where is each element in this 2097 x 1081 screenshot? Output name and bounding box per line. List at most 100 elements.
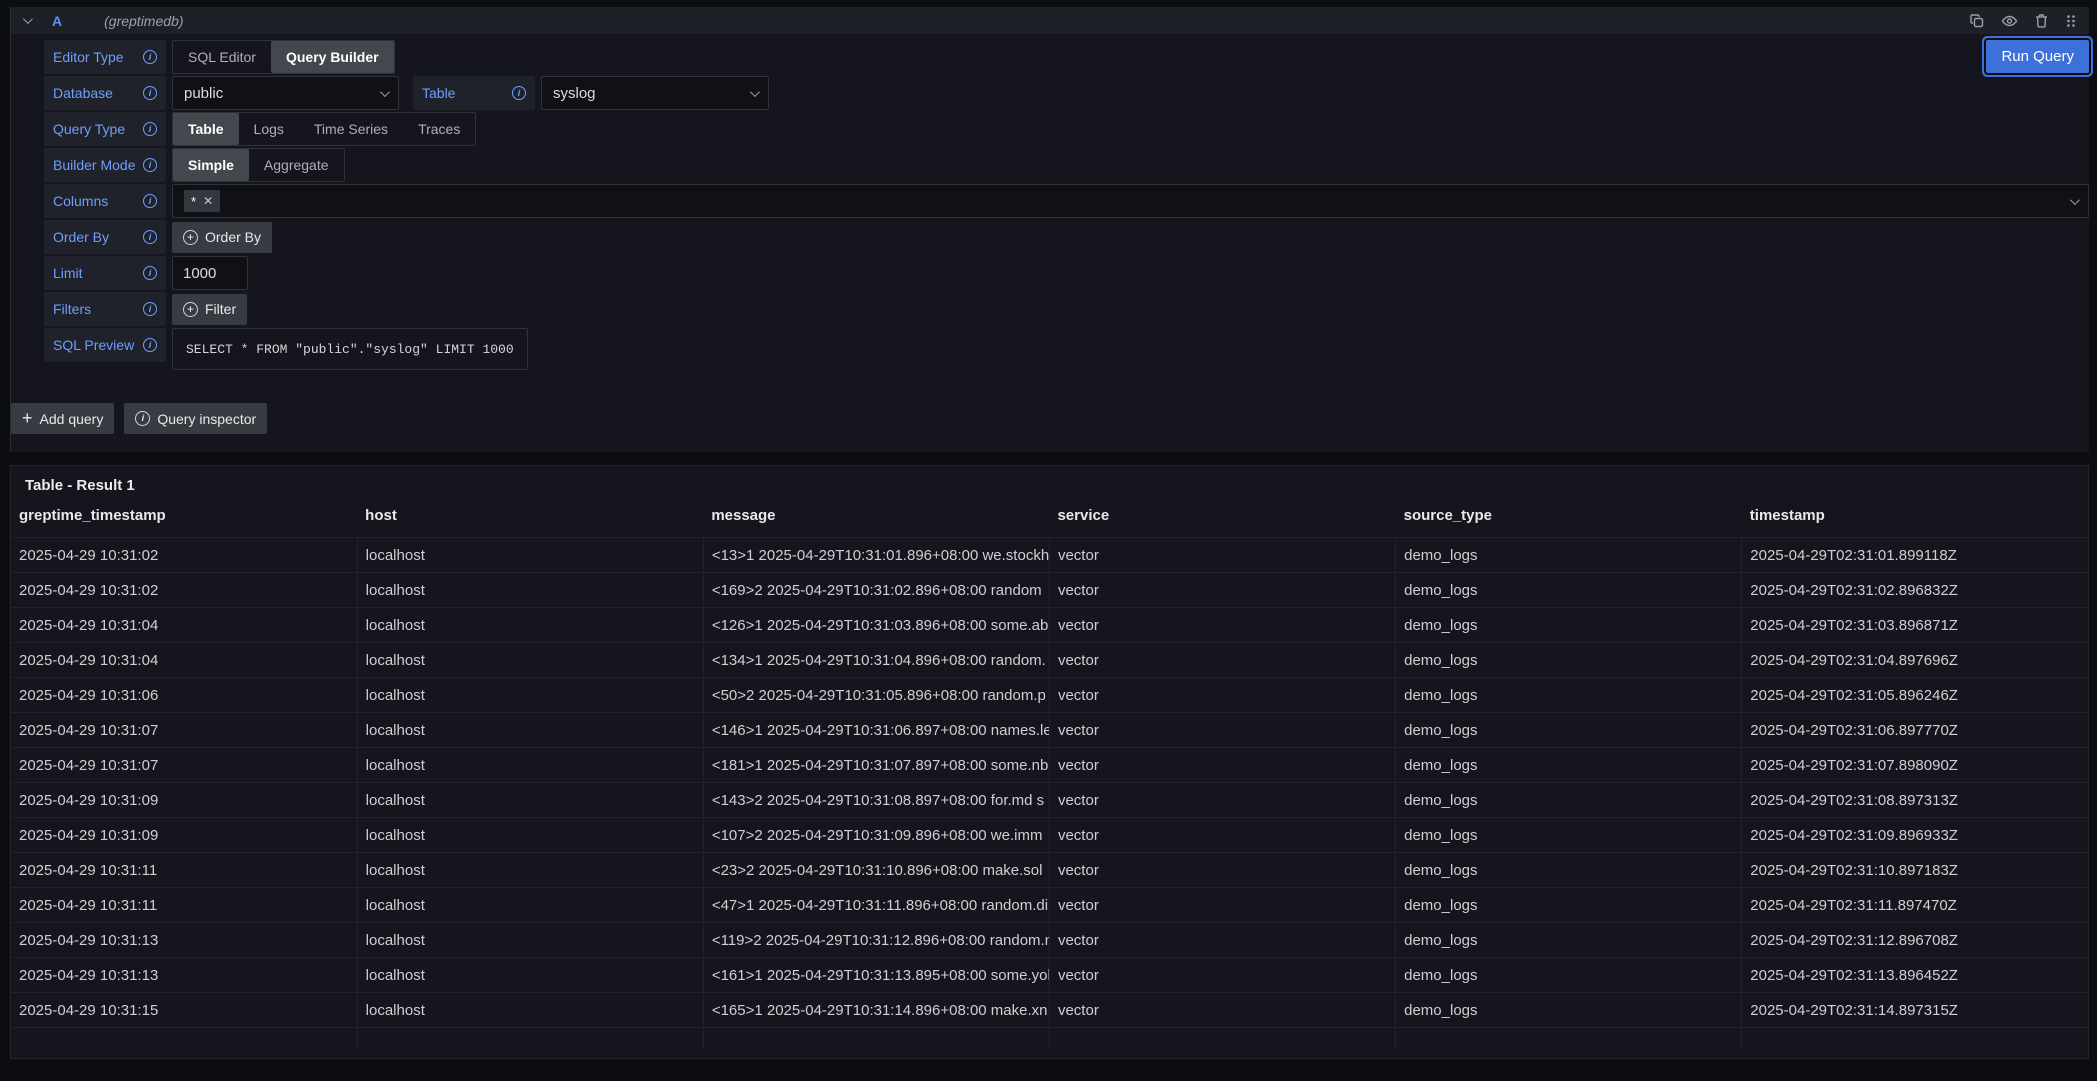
table-cell xyxy=(1742,1028,2088,1049)
table-cell: 2025-04-29 10:31:09 xyxy=(11,783,357,818)
table-cell: <107>2 2025-04-29T10:31:09.896+08:00 we.… xyxy=(703,818,1049,853)
table-cell: 2025-04-29 10:31:09 xyxy=(11,818,357,853)
column-header-host[interactable]: host xyxy=(357,504,703,538)
table-row-partial xyxy=(11,1028,2088,1049)
results-table: greptime_timestamphostmessageservicesour… xyxy=(11,504,2088,1049)
table-cell: 2025-04-29T02:31:04.897696Z xyxy=(1742,643,2088,678)
columns-multiselect[interactable]: *✕ xyxy=(172,184,2089,218)
table-cell: 2025-04-29T02:31:02.896832Z xyxy=(1742,573,2088,608)
query-builder-form: Run Query Editor Type i SQL EditorQuery … xyxy=(11,34,2089,452)
info-icon[interactable]: i xyxy=(143,302,157,316)
chip-label: * xyxy=(191,194,196,209)
table-cell: 2025-04-29T02:31:05.896246Z xyxy=(1742,678,2088,713)
table-row: 2025-04-29 10:31:11localhost<47>1 2025-0… xyxy=(11,888,2088,923)
option-sql-editor[interactable]: SQL Editor xyxy=(173,41,271,73)
limit-input[interactable] xyxy=(172,256,248,290)
table-row: 2025-04-29 10:31:09localhost<143>2 2025-… xyxy=(11,783,2088,818)
run-query-button[interactable]: Run Query xyxy=(1986,40,2089,73)
query-type-label: Query Type i xyxy=(44,112,166,146)
table-cell: demo_logs xyxy=(1396,923,1742,958)
column-header-service[interactable]: service xyxy=(1049,504,1395,538)
chevron-down-icon xyxy=(750,87,760,97)
remove-chip-icon[interactable]: ✕ xyxy=(203,195,213,207)
option-query-builder[interactable]: Query Builder xyxy=(271,41,394,73)
table-cell: 2025-04-29 10:31:07 xyxy=(11,713,357,748)
collapse-chevron-icon[interactable] xyxy=(23,14,33,24)
table-cell: 2025-04-29 10:31:13 xyxy=(11,958,357,993)
table-cell: localhost xyxy=(357,678,703,713)
table-row: 2025-04-29 10:31:13localhost<161>1 2025-… xyxy=(11,958,2088,993)
duplicate-query-icon[interactable] xyxy=(1969,13,1985,29)
table-cell: localhost xyxy=(357,608,703,643)
table-cell: demo_logs xyxy=(1396,818,1742,853)
editor-type-label: Editor Type i xyxy=(44,40,166,74)
query-row-header[interactable]: A (greptimedb) xyxy=(11,7,2089,34)
add-order-by-button[interactable]: + Order By xyxy=(172,222,272,253)
info-icon[interactable]: i xyxy=(143,158,157,172)
info-icon[interactable]: i xyxy=(143,338,157,352)
table-cell: demo_logs xyxy=(1396,538,1742,573)
table-cell: vector xyxy=(1049,993,1395,1028)
panel-title: Table - Result 1 xyxy=(11,466,2088,504)
delete-query-trash-icon[interactable] xyxy=(2034,13,2049,29)
sql-preview-label: SQL Preview i xyxy=(44,328,166,362)
table-cell: localhost xyxy=(357,923,703,958)
table-cell: vector xyxy=(1049,818,1395,853)
table-cell: 2025-04-29T02:31:08.897313Z xyxy=(1742,783,2088,818)
chevron-down-icon xyxy=(2070,195,2080,205)
database-select[interactable]: public xyxy=(172,76,399,110)
info-icon[interactable]: i xyxy=(143,122,157,136)
table-cell: 2025-04-29 10:31:06 xyxy=(11,678,357,713)
table-cell: localhost xyxy=(357,993,703,1028)
table-header-row: greptime_timestamphostmessageservicesour… xyxy=(11,504,2088,538)
column-header-greptime_timestamp[interactable]: greptime_timestamp xyxy=(11,504,357,538)
table-cell: demo_logs xyxy=(1396,748,1742,783)
option-simple[interactable]: Simple xyxy=(173,149,249,181)
table-label: Table i xyxy=(413,76,535,110)
info-icon[interactable]: i xyxy=(143,50,157,64)
order-by-label: Order By i xyxy=(44,220,166,254)
table-cell: demo_logs xyxy=(1396,678,1742,713)
query-ref-id: A xyxy=(52,13,62,29)
table-select[interactable]: syslog xyxy=(541,76,769,110)
info-icon[interactable]: i xyxy=(143,230,157,244)
column-header-message[interactable]: message xyxy=(703,504,1049,538)
add-filter-button[interactable]: + Filter xyxy=(172,294,247,325)
table-cell: localhost xyxy=(357,713,703,748)
editor-type-row: Editor Type i SQL EditorQuery Builder xyxy=(44,40,2089,74)
query-type-toggle: TableLogsTime SeriesTraces xyxy=(172,112,476,146)
table-cell: demo_logs xyxy=(1396,643,1742,678)
table-cell: 2025-04-29T02:31:06.897770Z xyxy=(1742,713,2088,748)
add-query-button[interactable]: + Add query xyxy=(11,403,114,434)
database-row: Database i public Table i syslog xyxy=(44,76,2089,110)
drag-handle-icon[interactable] xyxy=(2065,13,2077,29)
info-icon[interactable]: i xyxy=(143,86,157,100)
option-aggregate[interactable]: Aggregate xyxy=(249,149,344,181)
columns-row: Columns i *✕ xyxy=(44,184,2089,218)
info-icon[interactable]: i xyxy=(143,266,157,280)
table-cell: localhost xyxy=(357,818,703,853)
table-cell xyxy=(1049,1028,1395,1049)
table-row: 2025-04-29 10:31:13localhost<119>2 2025-… xyxy=(11,923,2088,958)
table-cell: vector xyxy=(1049,923,1395,958)
table-cell: vector xyxy=(1049,678,1395,713)
table-cell: vector xyxy=(1049,643,1395,678)
option-logs[interactable]: Logs xyxy=(239,113,299,145)
sql-preview-row: SQL Preview i SELECT * FROM "public"."sy… xyxy=(44,328,2089,370)
option-table[interactable]: Table xyxy=(173,113,239,145)
filters-label: Filters i xyxy=(44,292,166,326)
hide-query-eye-icon[interactable] xyxy=(2001,13,2018,29)
query-inspector-button[interactable]: i Query inspector xyxy=(124,403,267,434)
option-traces[interactable]: Traces xyxy=(403,113,475,145)
info-icon[interactable]: i xyxy=(512,86,526,100)
editor-type-toggle: SQL EditorQuery Builder xyxy=(172,40,395,74)
column-header-source_type[interactable]: source_type xyxy=(1396,504,1742,538)
column-header-timestamp[interactable]: timestamp xyxy=(1742,504,2088,538)
table-cell: 2025-04-29 10:31:11 xyxy=(11,853,357,888)
option-time-series[interactable]: Time Series xyxy=(299,113,403,145)
table-row: 2025-04-29 10:31:11localhost<23>2 2025-0… xyxy=(11,853,2088,888)
table-cell: 2025-04-29T02:31:07.898090Z xyxy=(1742,748,2088,783)
table-cell: vector xyxy=(1049,958,1395,993)
info-icon[interactable]: i xyxy=(143,194,157,208)
table-cell: 2025-04-29 10:31:15 xyxy=(11,993,357,1028)
